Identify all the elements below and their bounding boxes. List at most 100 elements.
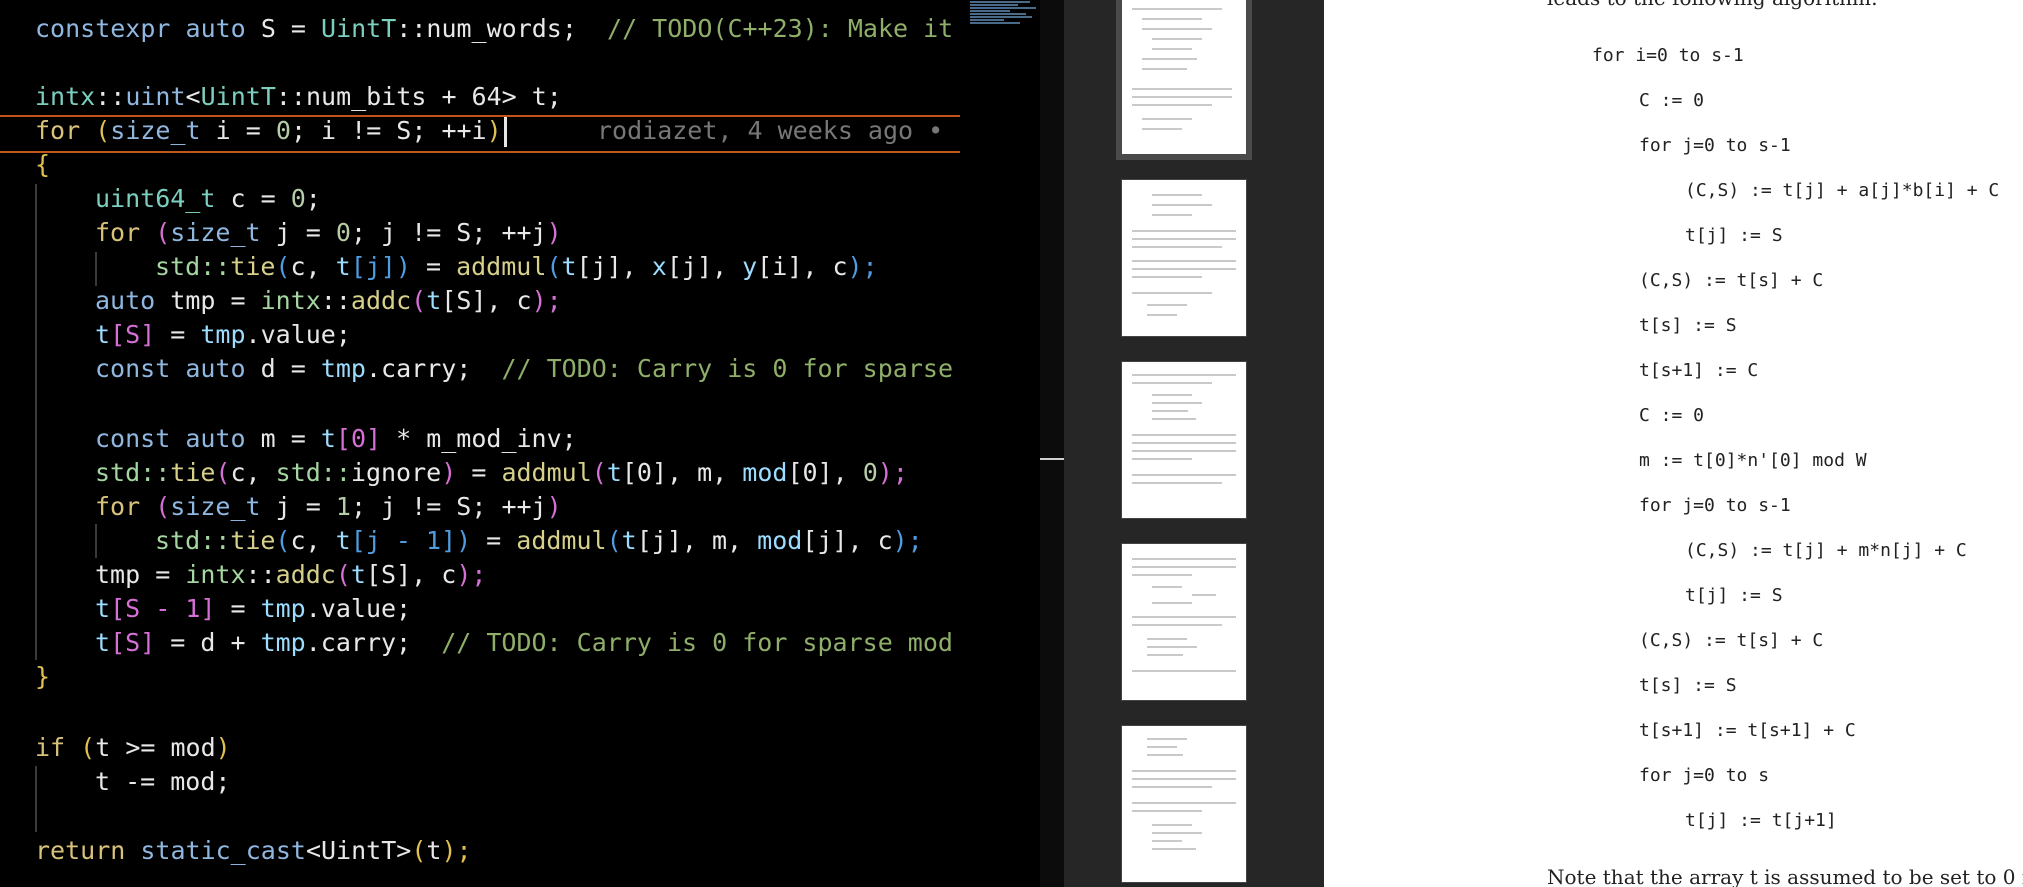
identifier: t (320, 424, 336, 453)
function-name: addc (275, 560, 336, 589)
bracket: ) (456, 526, 472, 555)
algorithm-line: (C,S) := t[s] + C (1639, 630, 1824, 651)
code-line[interactable]: t[S] = d + tmp.carry; // TODO: Carry is … (95, 626, 953, 660)
code-line[interactable]: intx::uint<UintT::num_bits + 64> t; (35, 80, 562, 114)
identifier: * m_mod_inv; (381, 424, 577, 453)
function-name: addmul (456, 252, 547, 281)
page-thumbnail[interactable] (1122, 180, 1246, 336)
code-line[interactable]: std::tie(c, t[j - 1]) = addmul(t[j], m, … (155, 524, 923, 558)
page-thumbnail[interactable] (1122, 362, 1246, 518)
identifier: [S] (110, 320, 156, 349)
identifier: tmp (320, 354, 366, 383)
bracket: ( (606, 526, 622, 555)
code-line[interactable]: t[S - 1] = tmp.value; (95, 592, 411, 626)
scrollbar-thumb[interactable] (1040, 458, 1064, 460)
identifier: tmp (260, 594, 306, 623)
code-line[interactable]: const auto m = t[0] * m_mod_inv; (95, 422, 577, 456)
identifier: [j], (666, 252, 743, 281)
type: uint64_t (95, 184, 216, 213)
editor-scrollbar[interactable] (1040, 0, 1064, 887)
thumbnail-text-line (1132, 802, 1236, 804)
code-line[interactable]: tmp = intx::addc(t[S], c); (95, 558, 486, 592)
code-line[interactable]: } (35, 660, 50, 694)
identifier: S = (260, 14, 306, 43)
bracket: { (35, 150, 51, 179)
indent-guide (95, 252, 97, 286)
code-line[interactable]: if (t >= mod) (35, 731, 231, 765)
code-editor[interactable]: constexpr auto S = UintT::num_words; // … (0, 0, 1040, 887)
git-blame-annotation: rodiazet, 4 weeks ago • (597, 116, 944, 145)
bracket: ); (441, 836, 472, 865)
thumbnail-text-line (1132, 442, 1236, 444)
identifier: [S], (365, 560, 442, 589)
identifier: [0], (787, 458, 863, 487)
identifier: ; (305, 184, 321, 213)
minimap[interactable] (970, 0, 1040, 40)
thumbnail-text-line (1152, 840, 1182, 842)
thumbnail-text-line (1142, 68, 1187, 70)
code-line[interactable]: const auto d = tmp.carry; // TODO: Carry… (95, 352, 953, 386)
minimap-line (970, 1, 1030, 3)
page-thumbnail[interactable] (1122, 544, 1246, 700)
algorithm-line: C := 0 (1639, 90, 1705, 111)
code-line[interactable]: return static_cast<UintT>(t); (35, 834, 472, 868)
code-line[interactable]: std::tie(c, t[j]) = addmul(t[j], x[j], y… (155, 250, 878, 284)
bracket: ); (892, 526, 923, 555)
bracket: ) (486, 116, 502, 145)
bracket: ( (591, 458, 607, 487)
thumbnail-text-line (1142, 58, 1197, 60)
page-thumbnail[interactable] (1122, 726, 1246, 882)
keyword: auto (95, 286, 156, 315)
algorithm-line: t[s+1] := t[s+1] + C (1639, 720, 1856, 741)
code-line-current[interactable]: for (size_t i = 0; i != S; ++i) (35, 114, 507, 148)
code-line[interactable]: for (size_t j = 0; j != S; ++j) (95, 216, 562, 250)
type: UintT (321, 14, 397, 43)
thumbnail-text-line (1132, 292, 1212, 294)
page-thumbnails-panel[interactable] (1064, 0, 1324, 887)
thumbnail-text-line (1152, 418, 1196, 420)
identifier: [j] (350, 252, 396, 281)
code-line[interactable]: t -= mod; (95, 765, 230, 799)
bracket: ( (546, 252, 562, 281)
code-line[interactable]: t[S] = tmp.value; (95, 318, 351, 352)
identifier: t -= mod; (95, 767, 231, 796)
identifier: d = (260, 354, 321, 383)
thumbnail-text-line (1132, 434, 1236, 436)
identifier: .carry; (305, 628, 412, 657)
identifier: c = (230, 184, 291, 213)
identifier: .value; (245, 320, 351, 349)
keyword: auto (185, 424, 246, 453)
algorithm-line: for j=0 to s (1639, 765, 1770, 786)
operator: = (215, 594, 261, 623)
identifier: t >= mod (95, 733, 216, 762)
pdf-page[interactable]: leads to the following algorithm: for i=… (1324, 0, 2023, 887)
identifier: ::num_bits + 64> t; (275, 82, 562, 111)
code-line[interactable]: { (35, 148, 50, 182)
code-line[interactable]: constexpr auto S = UintT::num_words; // … (35, 12, 953, 46)
page-thumbnail[interactable] (1122, 0, 1246, 154)
thumbnail-text-line (1142, 18, 1202, 20)
identifier: [j], m, (636, 526, 758, 555)
identifier: tmp = (95, 560, 186, 589)
thumbnail-text-line (1132, 260, 1236, 262)
identifier: t (95, 320, 111, 349)
identifier: c (441, 560, 457, 589)
thumbnail-text-line (1132, 276, 1202, 278)
number: 0 (275, 116, 291, 145)
namespace: intx (185, 560, 246, 589)
code-line[interactable]: std::tie(c, std::ignore) = addmul(t[0], … (95, 456, 908, 490)
comment: // TODO: Carry is 0 for sparse (501, 354, 953, 383)
keyword: auto (185, 14, 246, 43)
thumbnail-text-line (1132, 474, 1236, 476)
thumbnail-text-line (1132, 566, 1236, 568)
code-line[interactable]: uint64_t c = 0; (95, 182, 321, 216)
bracket: ) (395, 252, 411, 281)
identifier: [0] (335, 424, 382, 453)
code-line[interactable]: auto tmp = intx::addc(t[S], c); (95, 284, 562, 318)
function-name: tie (170, 458, 216, 487)
bracket: ( (275, 526, 291, 555)
thumbnail-text-line (1192, 594, 1216, 596)
minimap-line (970, 16, 1032, 18)
type: uint (125, 82, 186, 111)
code-line[interactable]: for (size_t j = 1; j != S; ++j) (95, 490, 562, 524)
